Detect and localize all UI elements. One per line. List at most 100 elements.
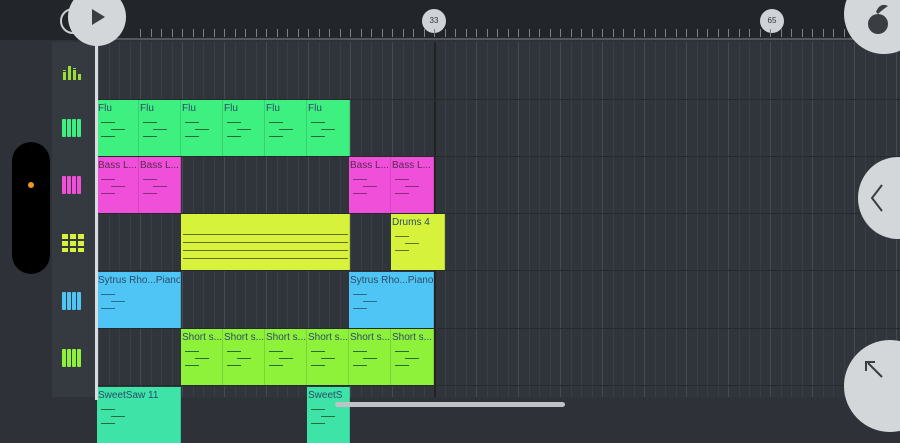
pattern-clip[interactable]: Flu: [97, 100, 139, 156]
grid-line: [602, 42, 603, 397]
ruler-tick: [571, 29, 572, 37]
pattern-clip[interactable]: Sytrus Rho...Piano: [349, 272, 434, 328]
midi-note: [185, 365, 199, 366]
record-indicator-dot: [28, 182, 34, 188]
ruler-tick: [151, 29, 152, 37]
ruler-tick: [287, 29, 288, 37]
grid-line: [109, 42, 110, 397]
ruler-tick: [739, 29, 740, 37]
playhead[interactable]: [95, 40, 98, 400]
ruler-tick: [172, 29, 173, 37]
ruler-tick: [791, 29, 792, 37]
midi-note: [101, 409, 115, 410]
ruler-tick: [508, 29, 509, 37]
pattern-clip[interactable]: Bass L...: [391, 157, 434, 213]
grid-line: [539, 42, 540, 397]
grid-line: [445, 42, 446, 397]
midi-note: [195, 129, 209, 130]
fl-fruit-menu-button[interactable]: [844, 0, 900, 54]
pattern-clip[interactable]: SweetS: [307, 387, 350, 443]
midi-note: [405, 186, 419, 187]
ruler-tick: [361, 29, 362, 37]
pattern-clip[interactable]: Sytrus Rho...Piano: [97, 272, 181, 328]
piano-roll-blue-icon[interactable]: [62, 292, 84, 310]
grid-line: [802, 42, 803, 397]
ruler-tick: [487, 29, 488, 37]
ruler-tick: [770, 29, 771, 37]
timeline-ruler[interactable]: 33 65: [0, 0, 900, 40]
midi-note: [227, 351, 241, 352]
ruler-tick: [403, 29, 404, 37]
midi-note: [405, 358, 419, 359]
home-indicator[interactable]: [335, 402, 565, 407]
pattern-clip[interactable]: Short s...: [349, 329, 391, 385]
midi-note: [269, 136, 283, 137]
pattern-clip[interactable]: SweetSaw 11: [97, 387, 181, 443]
pattern-clip[interactable]: Bass L...: [139, 157, 181, 213]
play-icon: [92, 9, 105, 25]
ruler-tick: [140, 29, 141, 37]
pattern-clip-label: Short s...: [266, 332, 307, 343]
piano-roll-pink-icon[interactable]: [62, 176, 84, 194]
piano-roll-lime-icon[interactable]: [62, 349, 84, 367]
pattern-clip[interactable]: Flu: [265, 100, 307, 156]
ruler-tick: [161, 29, 162, 37]
ruler-tick: [329, 29, 330, 37]
ruler-tick: [697, 29, 698, 37]
midi-note: [353, 351, 367, 352]
midi-note: [363, 301, 377, 302]
mixer-bars-icon[interactable]: [62, 62, 84, 80]
grid-line: [550, 42, 551, 397]
ruler-tick: [539, 29, 540, 37]
midi-note: [153, 129, 167, 130]
ruler-tick: [676, 29, 677, 37]
pattern-clip[interactable]: Flu: [139, 100, 181, 156]
expand-corner-button[interactable]: [844, 340, 900, 432]
playlist-grid[interactable]: [52, 42, 900, 397]
piano-roll-green-icon[interactable]: [62, 119, 84, 137]
pattern-clip-label: Bass L...: [140, 160, 179, 171]
side-panel-handle[interactable]: [12, 142, 50, 274]
grid-line: [707, 42, 708, 397]
ruler-tick: [728, 29, 729, 37]
pattern-clip[interactable]: Flu: [223, 100, 265, 156]
row-separator: [52, 328, 900, 329]
midi-note: [321, 358, 335, 359]
grid-line: [476, 42, 477, 397]
ruler-tick: [182, 29, 183, 37]
grid-line: [518, 42, 519, 397]
midi-note: [183, 234, 348, 235]
ruler-tick: [518, 29, 519, 37]
midi-note: [143, 193, 157, 194]
midi-note: [311, 409, 325, 410]
ruler-tick: [560, 29, 561, 37]
pattern-clip-label: Sytrus Rho...Piano: [98, 275, 181, 286]
pattern-clip[interactable]: Short s...: [307, 329, 349, 385]
pattern-clip[interactable]: Drums 4: [391, 214, 445, 270]
ruler-tick: [445, 29, 446, 37]
pattern-clip[interactable]: Bass L...: [349, 157, 391, 213]
midi-note: [143, 122, 157, 123]
midi-note: [185, 136, 199, 137]
collapse-panel-button[interactable]: [858, 157, 900, 239]
pattern-clip[interactable]: Flu: [307, 100, 350, 156]
grid-line: [571, 42, 572, 397]
pattern-clip[interactable]: Short s...: [181, 329, 223, 385]
ruler-tick: [340, 29, 341, 37]
pattern-clip[interactable]: Short s...: [265, 329, 307, 385]
pattern-clip[interactable]: Bass L...: [97, 157, 139, 213]
pattern-clip-label: Short s...: [308, 332, 349, 343]
ruler-tick: [613, 29, 614, 37]
ruler-tick: [634, 29, 635, 37]
play-button[interactable]: [68, 0, 126, 46]
pattern-clip[interactable]: Short s...: [223, 329, 265, 385]
pattern-clip[interactable]: [181, 214, 350, 270]
ruler-tick: [308, 29, 309, 37]
pattern-clip[interactable]: Short s...: [391, 329, 434, 385]
midi-note: [185, 122, 199, 123]
drum-pads-icon[interactable]: [62, 234, 84, 252]
pattern-clip[interactable]: Flu: [181, 100, 223, 156]
pattern-clip-label: Flu: [224, 103, 238, 114]
midi-note: [269, 351, 283, 352]
midi-note: [183, 242, 348, 243]
